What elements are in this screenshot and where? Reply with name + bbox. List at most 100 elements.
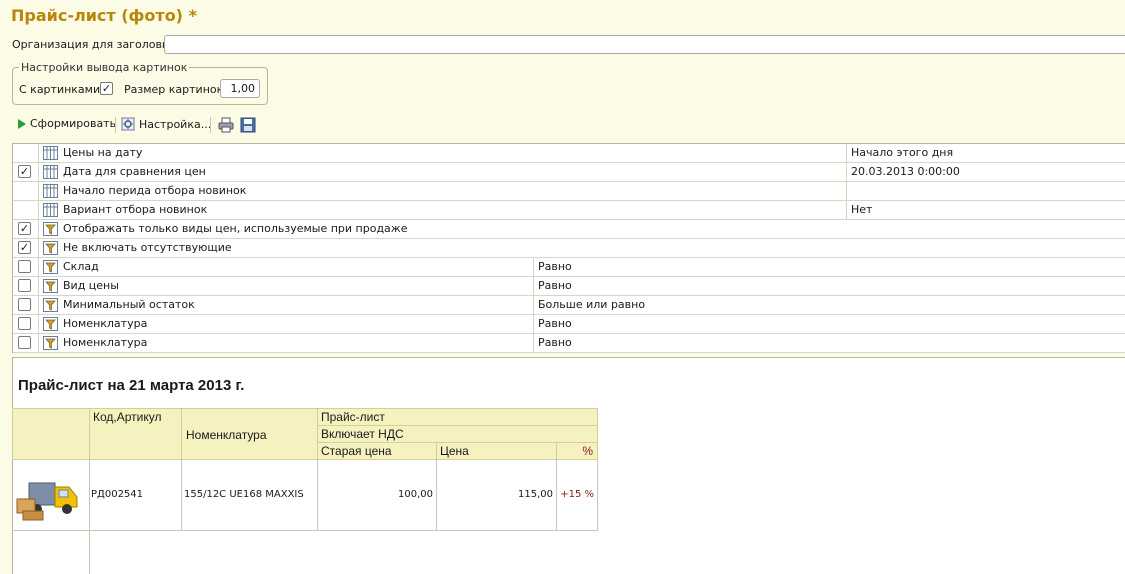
- settings-row-checkbox-cell: ✓: [13, 239, 39, 257]
- settings-row[interactable]: Начало перида отбора новинок: [13, 182, 1125, 201]
- report-title: Прайс-лист на 21 марта 2013 г.: [18, 377, 245, 394]
- header-price: Цена: [436, 442, 557, 460]
- settings-button[interactable]: Настройка...: [121, 117, 211, 131]
- filter-icon: [43, 277, 59, 295]
- settings-row-name: Вид цены: [63, 279, 119, 292]
- settings-row-checkbox-cell: [13, 182, 39, 200]
- row-percent: +15 %: [556, 459, 598, 531]
- toolbar-separator: [115, 117, 116, 133]
- settings-row-value[interactable]: 20.03.2013 0:00:00: [846, 163, 1125, 181]
- settings-row-name: Номенклатура: [63, 336, 148, 349]
- settings-row-checkbox[interactable]: ✓: [18, 241, 31, 254]
- settings-row-checkbox[interactable]: [18, 317, 31, 330]
- row-nomenclature-text: 155/12С UE168 MAXXIS: [184, 489, 304, 500]
- filter-icon: [43, 220, 59, 238]
- settings-row[interactable]: ✓ Отображать только виды цен, используемы…: [13, 220, 1125, 239]
- settings-row-value[interactable]: [846, 182, 1125, 200]
- header-nomenclature: Номенклатура: [181, 408, 318, 460]
- header-percent-label: %: [582, 444, 593, 458]
- header-price-list-label: Прайс-лист: [321, 410, 385, 424]
- settings-table: Цены на дату Начало этого дня ✓ Дата для ср…: [12, 143, 1125, 353]
- settings-row-checkbox[interactable]: [18, 336, 31, 349]
- settings-row-condition[interactable]: Равно: [533, 315, 846, 333]
- header-price-list: Прайс-лист: [317, 408, 598, 426]
- header-old-price-label: Старая цена: [321, 444, 392, 458]
- settings-row-checkbox-cell: [13, 296, 39, 314]
- parameter-icon: [43, 144, 59, 162]
- page-title: Прайс-лист (фото) *: [11, 6, 197, 25]
- settings-row[interactable]: Минимальный остаток Больше или равно: [13, 296, 1125, 315]
- settings-row-name: Склад: [63, 260, 99, 273]
- settings-row-name: Вариант отбора новинок: [63, 203, 208, 216]
- settings-row-checkbox[interactable]: [18, 260, 31, 273]
- settings-row-condition[interactable]: Равно: [533, 334, 846, 352]
- generate-label: Сформировать: [30, 117, 117, 130]
- settings-row[interactable]: ✓ Дата для сравнения цен 20.03.2013 0:00:0…: [13, 163, 1125, 182]
- generate-button[interactable]: Сформировать: [18, 117, 116, 130]
- settings-row-checkbox-cell: [13, 144, 39, 162]
- settings-row-checkbox[interactable]: [18, 279, 31, 292]
- row-price: 115,00: [436, 459, 557, 531]
- filter-icon: [43, 296, 59, 314]
- with-pictures-label: С картинками:: [19, 83, 104, 96]
- toolbar-separator: [210, 117, 211, 133]
- settings-row-checkbox[interactable]: ✓: [18, 222, 31, 235]
- settings-row-name: Номенклатура: [63, 317, 148, 330]
- settings-row[interactable]: Вариант отбора новинок Нет: [13, 201, 1125, 220]
- settings-row-name: Начало перида отбора новинок: [63, 184, 247, 197]
- header-price-label: Цена: [440, 444, 469, 458]
- settings-label: Настройка...: [139, 117, 212, 131]
- settings-row-condition[interactable]: Равно: [533, 277, 846, 295]
- filter-icon: [43, 239, 59, 257]
- parameter-icon: [43, 163, 59, 181]
- settings-row[interactable]: ✓ Не включать отсутствующие: [13, 239, 1125, 258]
- settings-row[interactable]: Номенклатура Равно: [13, 315, 1125, 334]
- settings-row-checkbox-cell: [13, 334, 39, 352]
- settings-row-value[interactable]: Нет: [846, 201, 1125, 219]
- settings-row-name: Не включать отсутствующие: [63, 241, 232, 254]
- parameter-icon: [43, 182, 59, 200]
- filter-icon: [43, 315, 59, 333]
- truck-boxes-icon: [16, 482, 78, 521]
- filter-icon: [43, 258, 59, 276]
- settings-row-condition[interactable]: Больше или равно: [533, 296, 846, 314]
- header-image-cell: [12, 408, 90, 460]
- settings-row[interactable]: Номенклатура Равно: [13, 334, 1125, 353]
- header-code: Код,Артикул: [89, 408, 182, 460]
- row-code-text: РД002541: [91, 489, 144, 500]
- row-price-text: 115,00: [518, 489, 553, 500]
- settings-row-value[interactable]: Начало этого дня: [846, 144, 1125, 162]
- gear-icon: [121, 117, 135, 131]
- settings-row-checkbox[interactable]: ✓: [18, 165, 31, 178]
- settings-row-name: Отображать только виды цен, используемые…: [63, 222, 408, 235]
- row-old-price: 100,00: [317, 459, 437, 531]
- header-vat: Включает НДС: [317, 425, 598, 443]
- settings-row-checkbox-cell: [13, 315, 39, 333]
- pictures-group-caption: Настройки вывода картинок: [19, 61, 190, 74]
- play-icon: [18, 118, 26, 129]
- row-percent-text: +15 %: [560, 489, 594, 500]
- print-icon[interactable]: [218, 117, 234, 133]
- org-label: Организация для заголовка:: [12, 38, 180, 51]
- settings-row-checkbox-cell: ✓: [13, 220, 39, 238]
- with-pictures-checkbox[interactable]: ✓: [100, 82, 113, 95]
- settings-row-condition[interactable]: Равно: [533, 258, 846, 276]
- picture-size-label: Размер картинок:: [124, 83, 227, 96]
- settings-row[interactable]: Цены на дату Начало этого дня: [13, 144, 1125, 163]
- row-nomenclature: 155/12С UE168 MAXXIS: [181, 459, 318, 531]
- org-input[interactable]: [164, 35, 1125, 54]
- settings-row-checkbox-cell: [13, 258, 39, 276]
- row-code: РД002541: [89, 459, 182, 531]
- settings-row[interactable]: Вид цены Равно: [13, 277, 1125, 296]
- settings-row-name: Цены на дату: [63, 146, 143, 159]
- header-old-price: Старая цена: [317, 442, 437, 460]
- settings-row-checkbox-cell: ✓: [13, 163, 39, 181]
- parameter-icon: [43, 201, 59, 219]
- picture-size-input[interactable]: 1,00: [220, 79, 260, 98]
- row-image-cell: [12, 459, 90, 531]
- settings-row-checkbox[interactable]: [18, 298, 31, 311]
- settings-row-checkbox-cell: [13, 201, 39, 219]
- header-code-label: Код,Артикул: [93, 410, 162, 424]
- save-icon[interactable]: [240, 117, 256, 133]
- settings-row[interactable]: Склад Равно: [13, 258, 1125, 277]
